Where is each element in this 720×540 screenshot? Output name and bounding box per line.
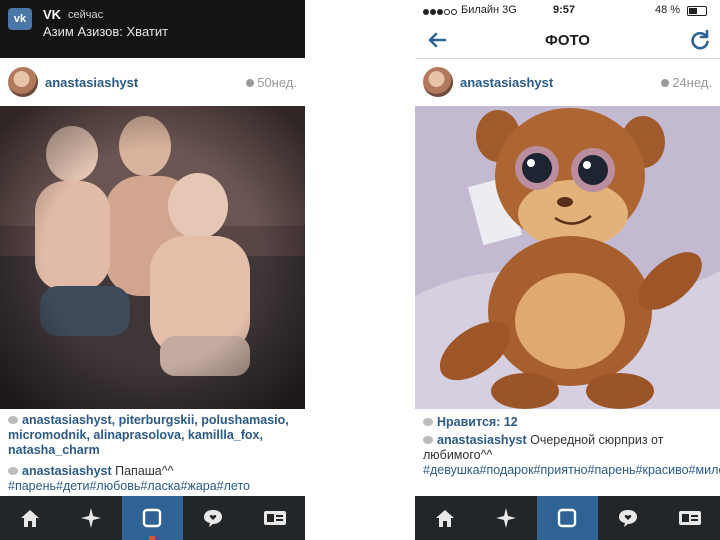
notification-time: сейчас [68, 9, 104, 21]
explore-icon [496, 508, 516, 528]
clock-icon [246, 79, 255, 87]
tab-camera[interactable] [122, 496, 183, 540]
caption-hashtags[interactable]: #парень#дети#любовь#ласка#жара#лето [8, 479, 250, 493]
post-username[interactable]: anastasiashyst [45, 75, 138, 90]
tab-explore[interactable] [61, 496, 122, 540]
likes[interactable]: Нравится: 12 [423, 415, 715, 430]
tab-profile[interactable] [244, 496, 305, 540]
heart-icon [423, 418, 433, 426]
photo-monkey-toy-image [415, 106, 720, 409]
caption: anastasiashyst Папаша^^ #парень#дети#люб… [8, 464, 300, 494]
status-time: 9:57 [553, 4, 576, 16]
left-screen: vk VK сейчас Азим Азизов: Хватит anastas… [0, 0, 305, 540]
tab-explore[interactable] [476, 496, 537, 540]
post-age: 50нед. [246, 75, 297, 90]
tab-home[interactable] [0, 496, 61, 540]
comment-icon [423, 436, 433, 444]
avatar[interactable] [423, 67, 453, 97]
post-age-text: 24нед. [672, 75, 712, 90]
profile-icon [264, 511, 286, 525]
notification-banner[interactable]: vk VK сейчас Азим Азизов: Хватит [0, 0, 305, 58]
profile-icon [679, 511, 701, 525]
home-icon [436, 510, 454, 527]
tab-activity[interactable] [183, 496, 244, 540]
notification-app: VK [43, 7, 62, 22]
nav-bar: ФОТО [415, 22, 720, 59]
post-age: 24нед. [661, 75, 712, 90]
activity-icon [619, 510, 637, 527]
likes-count[interactable]: Нравится: 12 [437, 415, 518, 429]
tab-camera[interactable] [537, 496, 598, 540]
tab-bar [0, 496, 305, 540]
status-bar: Билайн 3G 9:57 48 % [415, 0, 720, 22]
post-header: anastasiashyst 50нед. [0, 62, 305, 102]
tag-icon [8, 416, 18, 424]
post-age-text: 50нед. [257, 75, 297, 90]
tab-profile[interactable] [659, 496, 720, 540]
carrier-label: Билайн 3G [461, 4, 517, 16]
camera-icon [557, 508, 577, 528]
caption-text: Папаша^^ [115, 464, 174, 478]
post-photo[interactable] [0, 106, 305, 409]
explore-icon [81, 508, 101, 528]
comment-icon [8, 467, 18, 475]
caption-username[interactable]: anastasiashyst [22, 464, 112, 478]
signal-icon [423, 6, 458, 18]
active-tab-marker [149, 536, 155, 540]
page-title: ФОТО [545, 32, 590, 49]
caption-hashtags[interactable]: #девушка#подарок#приятно#парень#красиво#… [423, 463, 720, 477]
battery-percent: 48 % [655, 4, 681, 16]
post-username[interactable]: anastasiashyst [460, 75, 553, 90]
post-header: anastasiashyst 24нед. [415, 62, 720, 102]
tab-activity[interactable] [598, 496, 659, 540]
tab-bar [415, 496, 720, 540]
caption-username[interactable]: anastasiashyst [437, 433, 527, 447]
right-screen: Билайн 3G 9:57 48 % ФОТО anastasiashyst … [415, 0, 720, 540]
photo-family-image [0, 106, 305, 409]
activity-icon [204, 510, 222, 527]
home-icon [21, 510, 39, 527]
refresh-icon[interactable] [688, 28, 712, 52]
tagged-users[interactable]: anastasiashyst, piterburgskii, polushama… [8, 413, 300, 458]
tab-home[interactable] [415, 496, 476, 540]
post-photo[interactable] [415, 106, 720, 409]
clock-icon [661, 79, 670, 87]
vk-app-icon: vk [8, 8, 32, 30]
notification-message: Азим Азизов: Хватит [43, 24, 169, 39]
battery-icon [687, 6, 707, 16]
caption: anastasiashyst Очередной сюрприз от люби… [423, 433, 720, 478]
avatar[interactable] [8, 67, 38, 97]
camera-icon [142, 508, 162, 528]
